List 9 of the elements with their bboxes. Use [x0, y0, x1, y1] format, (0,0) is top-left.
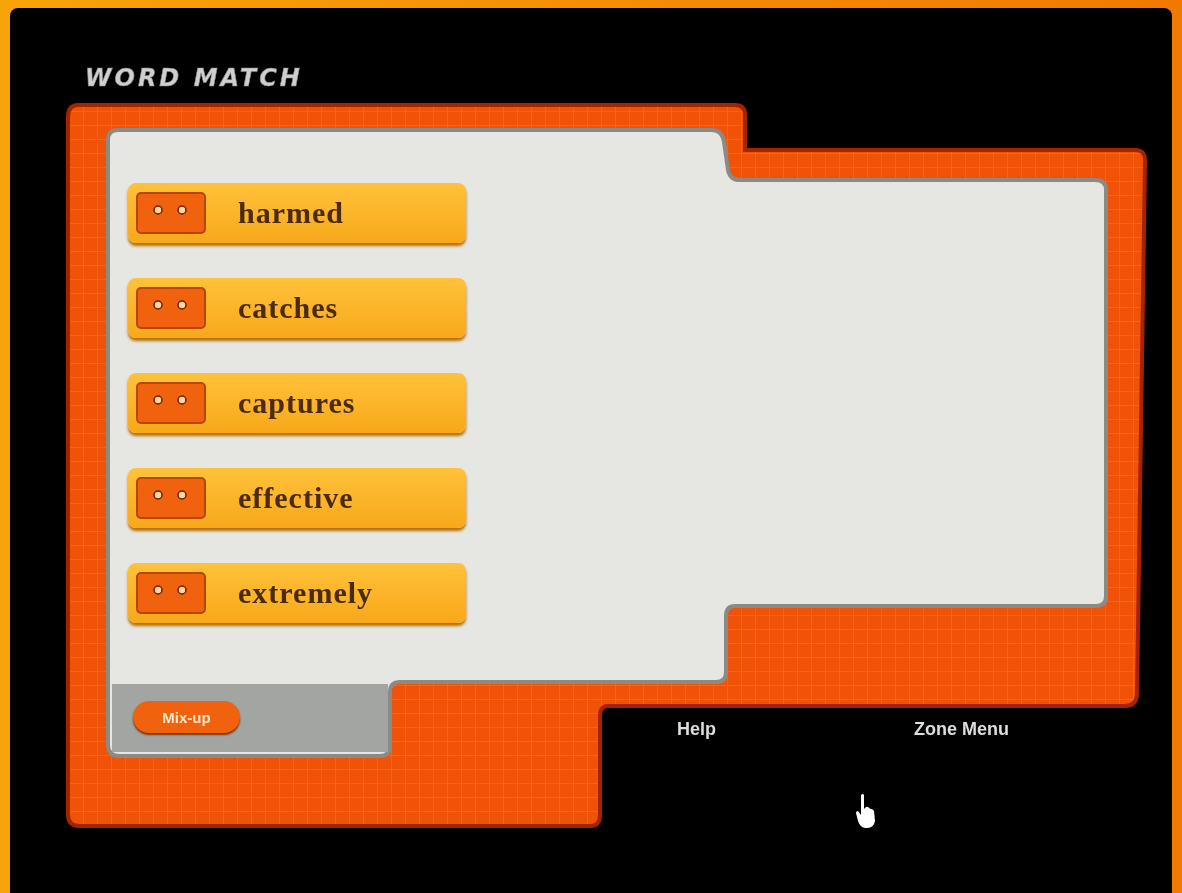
word-button[interactable]: effective	[128, 468, 466, 528]
nav-link[interactable]: Help	[677, 719, 716, 740]
word-button[interactable]: captures	[128, 373, 466, 433]
word-button[interactable]: catches	[128, 278, 466, 338]
nav-link[interactable]: Zone Menu	[914, 719, 1009, 740]
hand-cursor-icon	[855, 793, 877, 829]
word-button[interactable]: harmed	[128, 183, 466, 243]
game-title: WORD MATCH	[85, 63, 303, 93]
word-button[interactable]: extremely	[128, 563, 466, 623]
